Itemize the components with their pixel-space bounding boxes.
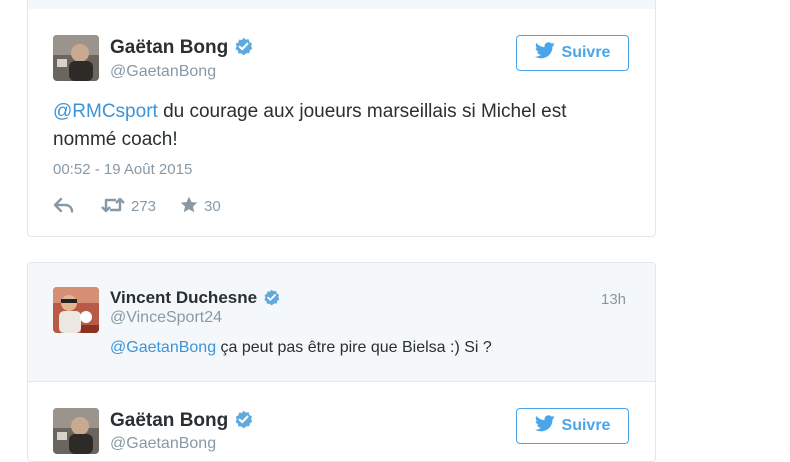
reply-author-name[interactable]: Vincent Duchesne bbox=[110, 288, 280, 311]
mention-link[interactable]: @GaetanBong bbox=[110, 339, 216, 356]
card-header-strip bbox=[28, 0, 655, 9]
verified-badge-icon bbox=[234, 37, 253, 62]
reply-author-handle[interactable]: @VinceSport24 bbox=[110, 309, 222, 327]
follow-button[interactable]: Suivre bbox=[516, 35, 629, 71]
reply-card: Vincent Duchesne @VinceSport24 13h @Gaet… bbox=[27, 262, 656, 462]
nested-tweet: Gaëtan Bong @GaetanBong Suivre bbox=[28, 381, 655, 461]
verified-badge-icon bbox=[263, 289, 280, 311]
author-name[interactable]: Gaëtan Bong bbox=[110, 37, 253, 62]
twitter-bird-icon bbox=[534, 415, 555, 437]
reply-text: @GaetanBong ça peut pas être pire que Bi… bbox=[110, 339, 492, 357]
retweet-action[interactable]: 273 bbox=[101, 197, 156, 217]
author-handle[interactable]: @GaetanBong bbox=[110, 63, 216, 81]
like-action[interactable]: 30 bbox=[180, 196, 221, 217]
reply-time-ago[interactable]: 13h bbox=[601, 291, 626, 308]
retweet-icon bbox=[101, 197, 125, 217]
reply-icon bbox=[53, 197, 75, 217]
tweet-card: Gaëtan Bong @GaetanBong Suivre @RMCsport… bbox=[27, 0, 656, 237]
tweet-timestamp[interactable]: 00:52 - 19 Août 2015 bbox=[53, 161, 192, 178]
tweet-actions: 273 30 bbox=[53, 196, 247, 217]
star-icon bbox=[180, 196, 198, 217]
nested-author-avatar[interactable] bbox=[53, 408, 99, 454]
nested-author-handle[interactable]: @GaetanBong bbox=[110, 435, 216, 453]
twitter-bird-icon bbox=[534, 42, 555, 64]
tweet-text: @RMCsport du courage aux joueurs marseil… bbox=[53, 98, 633, 154]
follow-button[interactable]: Suivre bbox=[516, 408, 629, 444]
verified-badge-icon bbox=[234, 410, 253, 435]
reply-action[interactable] bbox=[53, 197, 75, 217]
follow-label: Suivre bbox=[561, 44, 611, 61]
retweet-count: 273 bbox=[131, 198, 157, 215]
reply-author-avatar[interactable] bbox=[53, 287, 99, 333]
author-avatar[interactable] bbox=[53, 35, 99, 81]
reply-body: ça peut pas être pire que Bielsa :) Si ? bbox=[216, 339, 492, 356]
mention-link[interactable]: @RMCsport bbox=[53, 101, 158, 122]
nested-author-name[interactable]: Gaëtan Bong bbox=[110, 410, 253, 435]
like-count: 30 bbox=[204, 198, 221, 215]
follow-label: Suivre bbox=[561, 417, 611, 434]
